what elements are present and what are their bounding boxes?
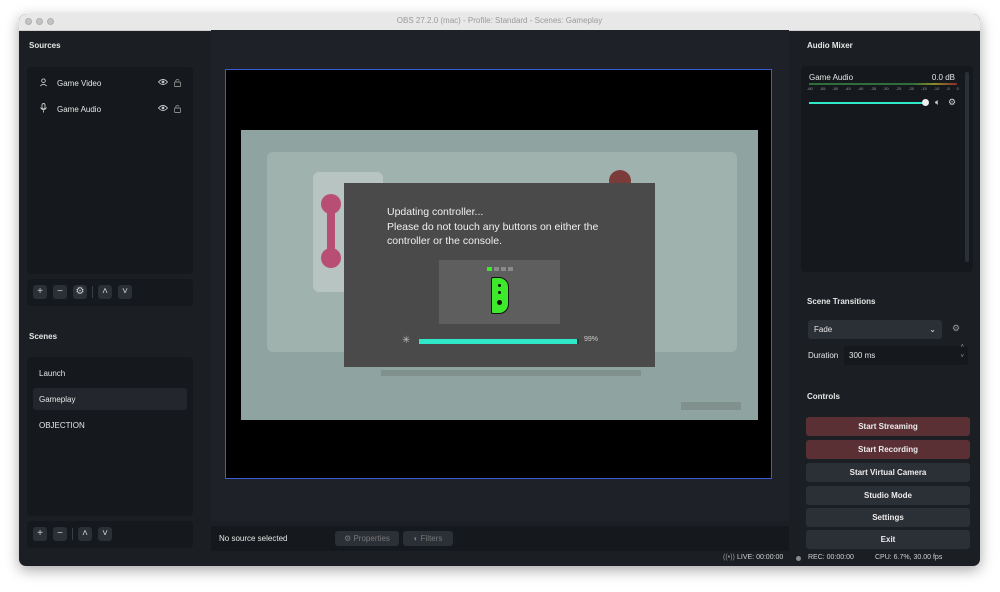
meter-scale-tick: -5 [946,86,950,91]
sources-toolbar: + − ⚙ ˄ ˅ [27,279,193,306]
dialog-line-2: Please do not touch any buttons on eithe… [387,220,599,233]
settings-button[interactable]: Settings [806,508,970,527]
meter-scale-tick: -45 [844,86,851,91]
mixer-scrollbar[interactable] [965,72,969,262]
no-source-label: No source selected [219,534,288,543]
start-virtual-camera-button[interactable]: Start Virtual Camera [806,463,970,482]
add-source-button[interactable]: + [33,285,47,299]
game-frame: Updating controller... Please do not tou… [241,130,758,420]
meter-scale-tick: -10 [933,86,940,91]
level-meter [809,83,957,85]
transition-selected-value: Fade [814,325,833,334]
properties-button[interactable]: ⚙ Properties [335,531,399,546]
record-dot-icon [796,556,801,561]
visibility-eye-icon[interactable] [157,104,169,114]
scene-item-objection[interactable]: OBJECTION [33,414,187,436]
obs-window: OBS 27.2.0 (mac) - Profile: Standard - S… [19,14,980,566]
meter-scale-tick: -25 [895,86,902,91]
move-source-up-button[interactable]: ˄ [98,285,112,299]
sources-title: Sources [29,41,61,50]
meter-scale-tick: -35 [870,86,877,91]
filter-icon: ◐ [413,534,421,543]
transition-select[interactable]: Fade ⌄ [808,320,942,339]
controls-title: Controls [807,392,840,401]
source-item-label: Game Video [57,78,102,88]
meter-scale-tick: -40 [857,86,864,91]
preview-area: Updating controller... Please do not tou… [211,30,789,521]
scene-item-launch[interactable]: Launch [33,362,187,384]
rec-timer: REC: 00:00:00 [808,554,854,561]
volume-slider-handle[interactable] [922,99,929,106]
meter-scale-tick: -30 [882,86,889,91]
progress-label: 99% [584,336,599,343]
meter-scale-tick: -15 [920,86,927,91]
loading-spinner-icon: ✳ [402,335,411,346]
broadcast-icon: ((•)) [723,554,735,561]
duration-label: Duration [808,351,839,360]
lock-icon[interactable] [174,78,181,89]
update-dialog: Updating controller... Please do not tou… [344,183,655,367]
lock-icon[interactable] [174,104,181,115]
start-streaming-button[interactable]: Start Streaming [806,417,970,436]
scenes-title: Scenes [29,332,58,341]
spinbox-arrows-icon[interactable]: ˄ ˅ [960,342,964,362]
move-source-down-button[interactable]: ˅ [118,285,132,299]
progress-fill [419,339,578,344]
cpu-fps: CPU: 6.7%, 30.00 fps [875,554,943,561]
scene-item-gameplay[interactable]: Gameplay [33,388,187,410]
mixer-level: 0.0 dB [931,73,955,82]
remove-source-button[interactable]: − [53,285,67,299]
meter-scale-tick: -50 [832,86,839,91]
meter-scale-tick: -60 [807,86,813,91]
live-timer: LIVE: 00:00:00 [737,554,784,561]
speaker-icon[interactable]: 🔈︎ [935,97,940,108]
properties-label: Properties [353,534,390,543]
scene-transitions-title: Scene Transitions [807,297,876,306]
move-scene-down-button[interactable]: ˅ [98,527,112,541]
toolbar-divider [92,286,93,298]
audio-mixer-panel: Game Audio 0.0 dB -60 -55 -50 -45 -40 -35 -30-… [801,66,973,272]
meter-scale: -60 -55 -50 -45 -40 -35 -30 -25 -20 -15 -10 -5 0 [807,86,959,91]
progress-track [419,339,579,344]
joycon-right-icon [491,277,509,314]
mixer-channel-name: Game Audio [809,73,854,82]
duration-spinbox[interactable]: 300 ms ˄ ˅ [844,344,968,365]
start-recording-button[interactable]: Start Recording [806,440,970,459]
exit-button[interactable]: Exit [806,530,970,549]
duration-value: 300 ms [849,351,876,360]
dialog-line-1: Updating controller... [387,206,484,218]
toolbar-divider [72,528,73,540]
window-title: OBS 27.2.0 (mac) - Profile: Standard - S… [396,16,603,25]
sources-list: Game Video Game Audio [27,67,193,274]
audio-mixer-title: Audio Mixer [807,41,853,50]
scenes-list: Launch Gameplay OBJECTION [27,357,193,516]
meter-scale-tick: 0 [956,86,959,91]
transition-properties-gear-icon[interactable]: ⚙ [952,323,960,334]
chevron-down-icon: ⌄ [929,325,936,334]
add-scene-button[interactable]: + [33,527,47,541]
mixer-gear-icon[interactable]: ⚙ [948,97,956,108]
source-item-game-audio[interactable]: Game Audio [33,98,187,120]
dialog-line-3: controller or the console. [387,235,502,247]
visibility-eye-icon[interactable] [157,78,169,88]
meter-scale-tick: -20 [908,86,915,91]
source-properties-bar: No source selected ⚙ Properties ◐ Filter… [211,526,789,551]
source-item-label: Game Audio [57,104,102,114]
volume-slider[interactable] [809,99,929,106]
preview-canvas[interactable]: Updating controller... Please do not tou… [225,69,772,479]
studio-mode-button[interactable]: Studio Mode [806,486,970,505]
person-icon [39,77,51,89]
source-properties-gear-icon[interactable]: ⚙ [73,285,87,299]
title-bar: OBS 27.2.0 (mac) - Profile: Standard - S… [19,14,980,31]
controller-image [439,260,560,324]
status-bar: ((•)) LIVE: 00:00:00 REC: 00:00:00 CPU: … [19,551,980,566]
remove-scene-button[interactable]: − [53,527,67,541]
filters-button[interactable]: ◐ Filters [403,531,453,546]
move-scene-up-button[interactable]: ˄ [78,527,92,541]
meter-scale-tick: -55 [819,86,826,91]
microphone-icon [39,103,51,115]
scenes-toolbar: + − ˄ ˅ [27,521,193,548]
source-item-game-video[interactable]: Game Video [33,72,187,94]
filters-label: Filters [420,534,443,543]
